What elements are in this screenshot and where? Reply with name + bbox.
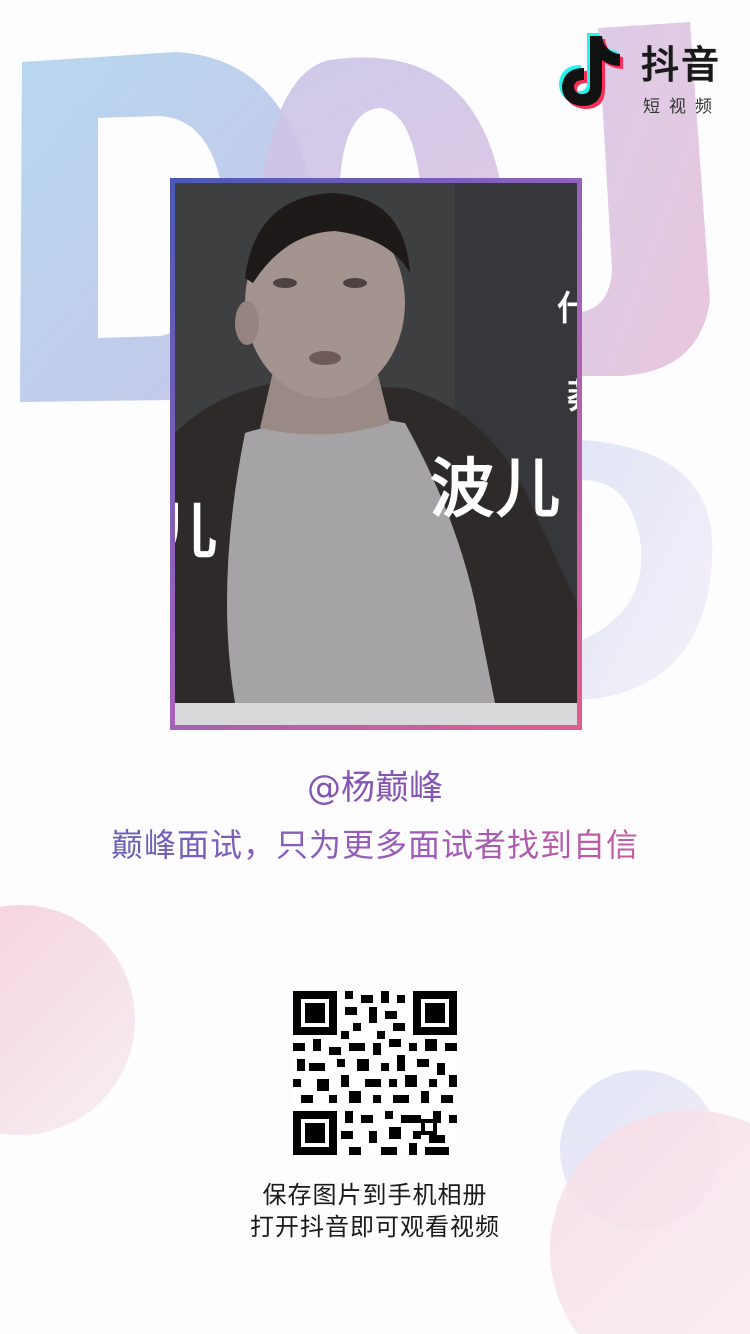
author-handle[interactable]: @杨巅峰 <box>0 760 750 809</box>
qr-code-icon <box>293 991 457 1155</box>
open-app-hint: 打开抖音即可观看视频 <box>250 1213 500 1241</box>
video-caption-main: 波儿 <box>430 453 562 527</box>
video-frame-inner: 什 莽 波儿 儿 <box>175 183 577 725</box>
video-caption-left: 儿 <box>175 497 217 567</box>
video-caption-line2: 莽 <box>567 369 577 418</box>
brand-subtitle: 短视频 <box>643 97 721 117</box>
video-slogan: 巅峰面试，只为更多面试者找到自信 <box>0 820 750 866</box>
douyin-logo: 抖音 短视频 <box>548 30 728 120</box>
save-image-hint: 保存图片到手机相册 <box>262 1181 488 1209</box>
video-thumbnail[interactable]: 什 莽 波儿 儿 <box>170 178 582 730</box>
tiktok-note-icon <box>559 33 623 109</box>
video-caption-line1: 什 <box>557 289 577 329</box>
brand-name: 抖音 <box>641 43 722 87</box>
qr-code <box>293 991 457 1155</box>
